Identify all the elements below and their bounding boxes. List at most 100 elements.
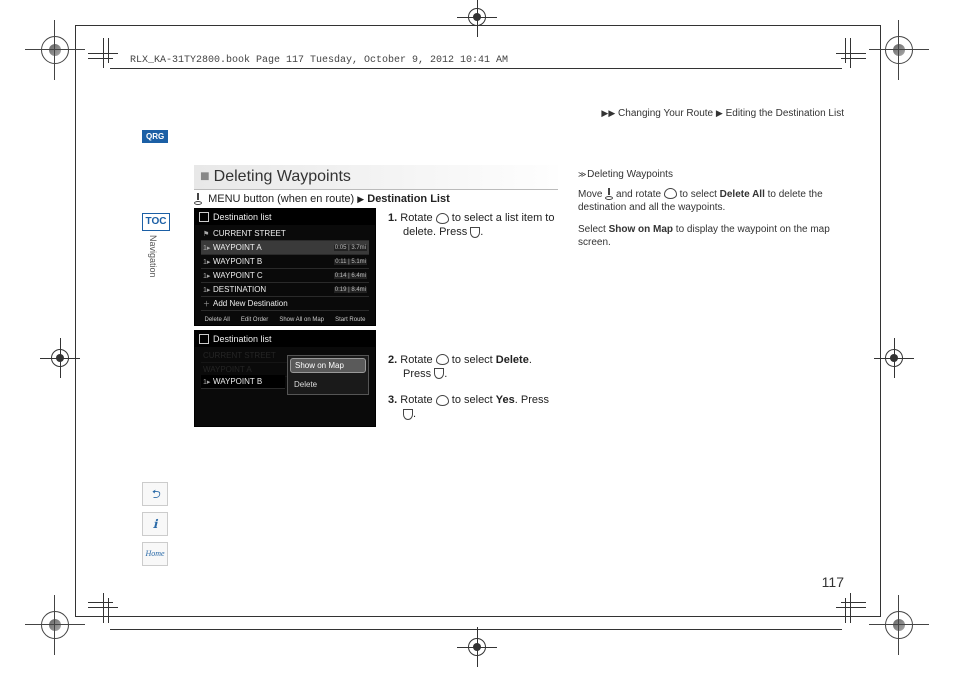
row-label: WAYPOINT A <box>213 243 334 252</box>
note-text: Move <box>578 189 605 200</box>
list-item: 1▸WAYPOINT B0:11 | 5.1mi <box>201 255 369 269</box>
rotate-dial-icon <box>436 354 449 365</box>
joystick-icon <box>194 193 202 205</box>
voice-icon[interactable]: ⮌ <box>142 482 168 506</box>
menu-path-destination: Destination List <box>367 193 450 205</box>
step-number: 3. <box>388 394 397 406</box>
rotate-dial-icon <box>664 188 677 199</box>
row-label: Add New Destination <box>213 299 367 308</box>
back-icon <box>199 212 209 222</box>
registration-mark <box>463 633 491 661</box>
side-notes: ≫ Deleting Waypoints Move and rotate to … <box>578 168 848 258</box>
screenshot-title: Destination list <box>213 212 272 222</box>
menu-path: MENU button (when en route) ▶ Destinatio… <box>194 193 450 205</box>
screenshot-title: Destination list <box>213 334 272 344</box>
step-text: . <box>413 408 416 420</box>
screenshot-header: Destination list <box>195 209 375 225</box>
rotate-dial-icon <box>436 395 449 406</box>
breadcrumb-part1: Changing Your Route <box>618 108 713 119</box>
list-item: 1▸DESTINATION0:19 | 8.4mi <box>201 283 369 297</box>
row-label: CURRENT STREET <box>213 229 365 238</box>
step-bold: Delete <box>496 354 529 366</box>
note-text: and rotate <box>613 189 664 200</box>
popup-show-on-map: Show on Map <box>290 358 366 373</box>
destination-list: ⚑CURRENT STREET 1▸WAYPOINT A0:05 | 3.7mi… <box>195 225 375 313</box>
note-bold: Delete All <box>720 189 765 200</box>
step-text: Rotate <box>400 394 435 406</box>
back-icon <box>199 334 209 344</box>
menu-path-text: MENU button (when en route) <box>208 193 354 205</box>
row-label: WAYPOINT C <box>213 271 334 280</box>
crop-mark <box>879 605 919 645</box>
list-item: 1▸WAYPOINT A0:05 | 3.7mi <box>201 241 369 255</box>
footer-rule <box>110 629 842 630</box>
breadcrumb: ▶▶ Changing Your Route ▶ Editing the Des… <box>601 108 844 119</box>
press-icon <box>470 227 480 238</box>
section-title: ■Deleting Waypoints <box>194 165 558 190</box>
row-distance: 0:19 | 8.4mi <box>334 287 367 293</box>
qrg-badge[interactable]: QRG <box>142 130 168 143</box>
section-title-text: Deleting Waypoints <box>214 168 351 185</box>
registration-mark <box>46 344 74 372</box>
step-text: Rotate <box>400 212 435 224</box>
document-meta: RLX_KA-31TY2800.book Page 117 Tuesday, O… <box>130 55 508 66</box>
row-flag-icon: 1▸ <box>203 258 213 266</box>
toc-button[interactable]: TOC <box>142 213 170 231</box>
list-item: ＋Add New Destination <box>201 297 369 311</box>
breadcrumb-arrows: ▶▶ <box>601 108 615 118</box>
footer-show-all: Show All on Map <box>279 317 324 323</box>
info-icon[interactable]: ℹ <box>142 512 168 536</box>
row-flag-icon: 1▸ <box>203 286 213 294</box>
row-distance: 0:05 | 3.7mi <box>334 245 367 251</box>
row-label: WAYPOINT B <box>213 257 334 266</box>
step-text: . Press <box>515 394 549 406</box>
breadcrumb-part2: Editing the Destination List <box>726 108 844 119</box>
chevron-icon: ≫ <box>578 170 584 179</box>
list-item: ⚑CURRENT STREET <box>201 227 369 241</box>
page-number: 117 <box>822 574 844 590</box>
list-item-selected: 1▸ WAYPOINT B <box>201 375 285 389</box>
step-text: to select <box>449 354 496 366</box>
row-distance: 0:14 | 6.4mi <box>334 273 367 279</box>
section-side-label: Navigation <box>148 235 158 278</box>
screenshot-destination-list: Destination list ⚑CURRENT STREET 1▸WAYPO… <box>194 208 376 326</box>
note-bold: Show on Map <box>609 224 673 235</box>
step-2: 2. Rotate to select Delete. Press . <box>388 353 558 382</box>
step-3: 3. Rotate to select Yes. Press . <box>388 393 558 422</box>
step-1: 1. Rotate to select a list item to delet… <box>388 211 558 240</box>
step-number: 2. <box>388 354 397 366</box>
home-icon[interactable]: Home <box>142 542 168 566</box>
list-item: 1▸WAYPOINT C0:14 | 6.4mi <box>201 269 369 283</box>
crop-mark <box>35 605 75 645</box>
breadcrumb-sep: ▶ <box>716 108 723 118</box>
header-rule <box>110 68 842 69</box>
notes-paragraph: Select Show on Map to display the waypoi… <box>578 223 848 250</box>
row-flag-icon: ⚑ <box>203 230 213 238</box>
row-flag-icon: ＋ <box>203 299 213 309</box>
row-flag-icon: 1▸ <box>203 378 213 386</box>
rotate-dial-icon <box>436 213 449 224</box>
popup-delete: Delete <box>288 375 368 394</box>
screenshot-delete-popup: Destination list CURRENT STREET WAYPOINT… <box>194 330 376 427</box>
step-bold: Yes <box>496 394 515 406</box>
context-popup: Show on Map Delete <box>287 355 369 395</box>
step-text: Rotate <box>400 354 435 366</box>
registration-mark <box>880 344 908 372</box>
notes-paragraph: Move and rotate to select Delete All to … <box>578 188 848 215</box>
step-text: . <box>480 226 483 238</box>
footer-delete-all: Delete All <box>205 317 230 323</box>
row-label: DESTINATION <box>213 285 334 294</box>
row-distance: 0:11 | 5.1mi <box>334 259 367 265</box>
screenshot-header: Destination list <box>195 331 375 347</box>
row-flag-icon: 1▸ <box>203 244 213 252</box>
crop-mark <box>879 30 919 70</box>
row-label: WAYPOINT B <box>213 377 283 386</box>
screenshot-footer: Delete All Edit Order Show All on Map St… <box>195 317 375 323</box>
sidebar-icons: ⮌ ℹ Home <box>142 482 168 566</box>
joystick-icon <box>605 188 613 200</box>
note-text: Select <box>578 224 609 235</box>
square-bullet-icon: ■ <box>200 168 210 185</box>
step-text: to select <box>449 394 496 406</box>
notes-heading: ≫ Deleting Waypoints <box>578 168 848 182</box>
press-icon <box>403 409 413 420</box>
